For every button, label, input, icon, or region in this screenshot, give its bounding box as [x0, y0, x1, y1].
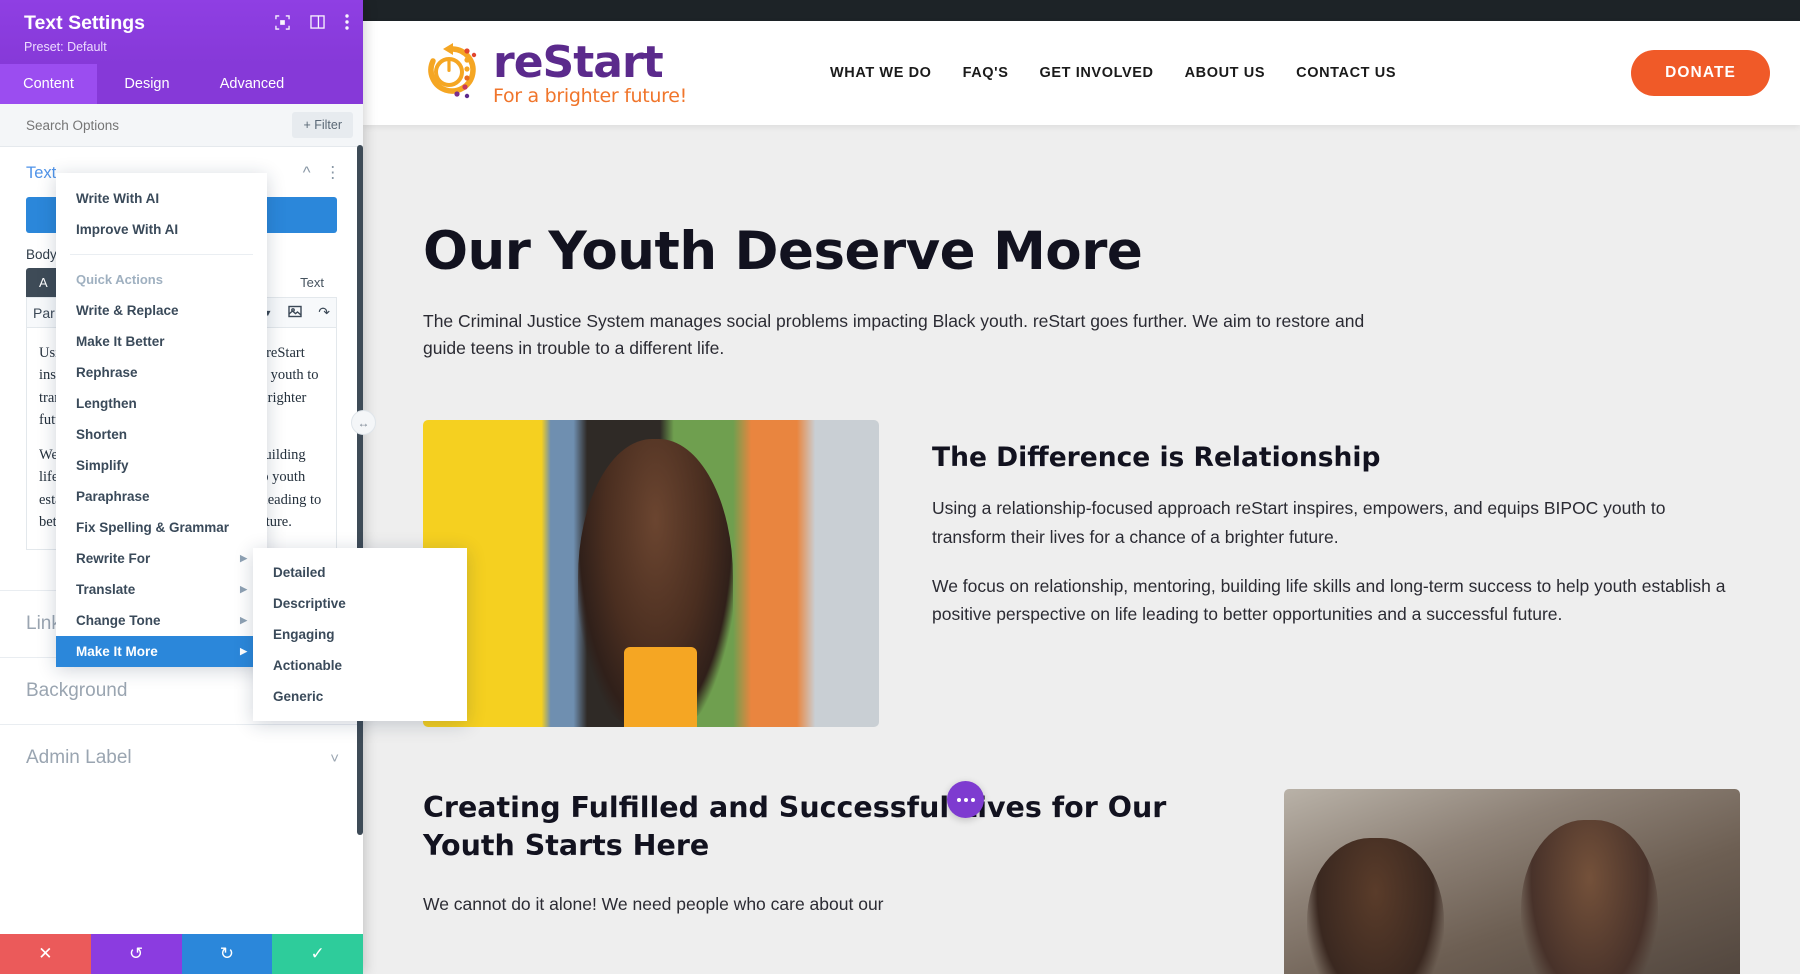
- dot-icon: [970, 797, 975, 802]
- mentoring-photo: [1284, 789, 1740, 974]
- chevron-right-icon: ▶: [240, 584, 247, 594]
- difference-heading: The Difference is Relationship: [932, 442, 1381, 474]
- panel-preset[interactable]: Preset: Default: [24, 40, 349, 54]
- accordion-background-label: Background: [26, 680, 128, 701]
- menu-item-simplify[interactable]: Simplify: [56, 450, 267, 481]
- menu-header-quick-actions: Quick Actions: [76, 272, 163, 287]
- menu-item-rephrase[interactable]: Rephrase: [56, 357, 267, 388]
- main-navigation: WHAT WE DO FAQ'S GET INVOLVED ABOUT US C…: [830, 65, 1396, 81]
- donate-button[interactable]: DONATE: [1631, 50, 1770, 96]
- more-vertical-icon[interactable]: ⋮: [325, 163, 342, 183]
- menu-item-write-and-replace[interactable]: Write & Replace: [56, 295, 267, 326]
- submenu-item-engaging[interactable]: Engaging: [253, 619, 467, 650]
- wp-admin-bar: [363, 0, 1800, 21]
- submenu-item-actionable[interactable]: Actionable: [253, 650, 467, 681]
- layout-icon[interactable]: [310, 15, 325, 33]
- menu-item-make-it-better[interactable]: Make It Better: [56, 326, 267, 357]
- youth-photo: [423, 420, 879, 728]
- make-it-more-submenu: Detailed Descriptive Engaging Actionable…: [253, 548, 467, 721]
- difference-row: The Difference is Relationship Using a r…: [423, 420, 1740, 728]
- section-text-label: Text: [26, 163, 57, 182]
- site-logo[interactable]: reStart For a brighter future!: [423, 39, 687, 107]
- chevron-up-icon[interactable]: ^: [303, 164, 311, 183]
- lower-row: Creating Fulfilled and Successful Lives …: [423, 789, 1740, 974]
- panel-tabs: Content Design Advanced: [0, 64, 363, 104]
- difference-paragraph-1: Using a relationship-focused approach re…: [932, 498, 1666, 547]
- menu-item-paraphrase[interactable]: Paraphrase: [56, 481, 267, 512]
- redo-button[interactable]: ↻: [181, 934, 273, 974]
- nav-item-about-us[interactable]: ABOUT US: [1185, 65, 1266, 81]
- menu-item-rewrite-for-label: Rewrite For: [76, 551, 151, 566]
- menu-item-change-tone[interactable]: Change Tone ▶: [56, 605, 267, 636]
- panel-footer: ✕ ↺ ↻ ✓: [0, 934, 363, 974]
- undo-button[interactable]: ↺: [90, 934, 182, 974]
- menu-item-shorten[interactable]: Shorten: [56, 419, 267, 450]
- website-preview: reStart For a brighter future! WHAT WE D…: [363, 0, 1800, 974]
- menu-separator: [70, 254, 253, 255]
- menu-item-translate[interactable]: Translate ▶: [56, 574, 267, 605]
- page-content: Our Youth Deserve More The Criminal Just…: [363, 221, 1800, 974]
- paragraph-format-label[interactable]: Par: [33, 305, 55, 321]
- more-vertical-icon[interactable]: [345, 14, 349, 34]
- tab-text-editor[interactable]: Text: [287, 268, 337, 297]
- menu-item-improve-with-ai[interactable]: Improve With AI: [56, 214, 267, 245]
- search-row: + Filter: [0, 104, 363, 147]
- chevron-right-icon: ▶: [240, 553, 247, 563]
- dot-icon: [963, 797, 968, 802]
- divi-fab-button[interactable]: [947, 781, 984, 818]
- accordion-admin-label[interactable]: Admin Label ˅: [0, 724, 363, 791]
- lower-text-column: Creating Fulfilled and Successful Lives …: [423, 789, 1231, 918]
- nav-item-contact-us[interactable]: CONTACT US: [1296, 65, 1396, 81]
- menu-item-fix-spelling-grammar[interactable]: Fix Spelling & Grammar: [56, 512, 267, 543]
- panel-header: Text Settings Preset: Default: [0, 0, 363, 64]
- menu-item-write-with-ai[interactable]: Write With AI: [56, 183, 267, 214]
- difference-text-column: The Difference is Relationship Using a r…: [932, 420, 1740, 628]
- menu-item-make-it-more-label: Make It More: [76, 644, 158, 659]
- logo-tagline: For a brighter future!: [493, 84, 687, 107]
- panel-resize-divider: [357, 145, 363, 835]
- nav-item-get-involved[interactable]: GET INVOLVED: [1040, 65, 1154, 81]
- save-button[interactable]: ✓: [272, 934, 363, 974]
- panel-header-icons: [275, 14, 349, 34]
- ai-context-menu: Write With AI Improve With AI Quick Acti…: [56, 173, 267, 667]
- menu-item-lengthen[interactable]: Lengthen: [56, 388, 267, 419]
- site-header: reStart For a brighter future! WHAT WE D…: [363, 21, 1800, 125]
- accordion-admin-label-label: Admin Label: [26, 747, 132, 768]
- discard-button[interactable]: ✕: [0, 934, 91, 974]
- dot-icon: [956, 797, 961, 802]
- menu-item-make-it-more[interactable]: Make It More ▶: [56, 636, 267, 667]
- nav-item-faqs[interactable]: FAQ'S: [963, 65, 1009, 81]
- lower-paragraph: We cannot do it alone! We need people wh…: [423, 894, 884, 915]
- page-title: Our Youth Deserve More: [423, 221, 1143, 282]
- lower-heading: Creating Fulfilled and Successful Lives …: [423, 791, 1167, 863]
- filter-button[interactable]: + Filter: [292, 112, 353, 138]
- tab-advanced[interactable]: Advanced: [197, 64, 307, 104]
- section-text-controls: ^ ⋮: [303, 163, 341, 183]
- chevron-down-icon: ˅: [330, 749, 339, 767]
- tab-design[interactable]: Design: [97, 64, 197, 104]
- nav-item-what-we-do[interactable]: WHAT WE DO: [830, 65, 932, 81]
- submenu-item-detailed[interactable]: Detailed: [253, 557, 467, 588]
- chevron-right-icon: ▶: [240, 615, 247, 625]
- panel-drag-handle[interactable]: ↔: [351, 410, 376, 435]
- submenu-item-generic[interactable]: Generic: [253, 681, 467, 712]
- media-icon[interactable]: [288, 305, 302, 321]
- chevron-right-icon: ▶: [240, 646, 247, 656]
- menu-item-translate-label: Translate: [76, 582, 136, 597]
- submenu-item-descriptive[interactable]: Descriptive: [253, 588, 467, 619]
- focus-icon[interactable]: [275, 14, 290, 34]
- tab-content[interactable]: Content: [0, 64, 97, 104]
- hero-subtitle: The Criminal Justice System manages soci…: [423, 311, 1365, 359]
- difference-paragraph-2: We focus on relationship, mentoring, bui…: [932, 575, 1726, 625]
- menu-item-rewrite-for[interactable]: Rewrite For ▶: [56, 543, 267, 574]
- redo-arrow-icon[interactable]: ↷: [318, 304, 330, 321]
- power-circle-icon: [423, 39, 485, 107]
- menu-item-change-tone-label: Change Tone: [76, 613, 161, 628]
- search-input[interactable]: [26, 117, 285, 133]
- logo-name: reStart: [493, 36, 664, 88]
